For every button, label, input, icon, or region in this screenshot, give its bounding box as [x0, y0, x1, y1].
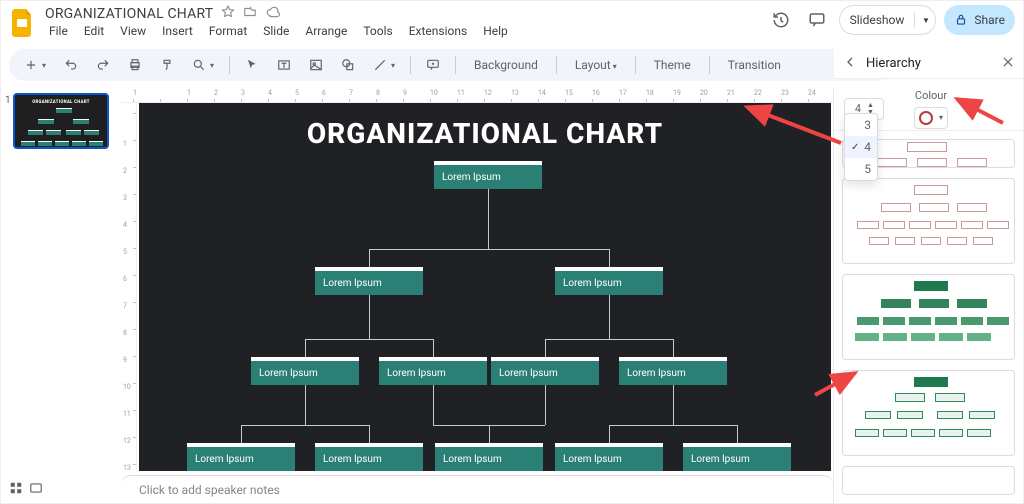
horizontal-ruler: 1123456789101112131415161718192021222324… — [121, 87, 833, 103]
hierarchy-panel: Hierarchy 4 ▲▼ 3 ✓4 5 Colour — [833, 87, 1023, 503]
menu-bar: File Edit View Insert Format Slide Arran… — [45, 23, 759, 39]
level-option-4[interactable]: ✓4 — [845, 136, 877, 158]
layout-button[interactable]: Layout▾ — [567, 55, 625, 75]
org-node-l4b[interactable]: Lorem Ipsum — [315, 443, 423, 471]
history-icon[interactable] — [767, 6, 795, 34]
org-node-l3d[interactable]: Lorem Ipsum — [619, 357, 727, 385]
panel-close-icon[interactable] — [1001, 55, 1015, 72]
org-node-l4d[interactable]: Lorem Ipsum — [555, 443, 663, 471]
slideshow-split: Slideshow ▼ — [839, 5, 937, 35]
org-node-l4c[interactable]: Lorem Ipsum — [435, 443, 543, 471]
comment-tool[interactable] — [421, 55, 445, 75]
undo-button[interactable] — [59, 55, 83, 75]
menu-insert[interactable]: Insert — [158, 23, 197, 39]
colour-swatch — [919, 111, 933, 125]
grid-view-icon[interactable] — [9, 481, 43, 495]
slideshow-dropdown[interactable]: ▼ — [914, 5, 936, 35]
canvas-stage[interactable]: ORGANIZATIONAL CHART — [137, 103, 833, 471]
image-tool[interactable] — [304, 55, 328, 75]
new-slide-button[interactable]: ▾ — [19, 55, 51, 75]
shape-tool[interactable] — [336, 55, 360, 75]
comments-icon[interactable] — [803, 6, 831, 34]
panel-back-icon[interactable] — [842, 54, 858, 73]
slide-number: 1 — [5, 95, 11, 106]
menu-slide[interactable]: Slide — [259, 23, 293, 39]
org-node-root[interactable]: Lorem Ipsum — [434, 161, 542, 189]
doc-title[interactable]: ORGANIZATIONAL CHART — [45, 6, 213, 22]
menu-extensions[interactable]: Extensions — [405, 23, 471, 39]
share-label: Share — [974, 13, 1005, 27]
slides-logo[interactable] — [9, 9, 37, 37]
line-tool[interactable]: ▾ — [368, 55, 400, 75]
zoom-button[interactable]: ▾ — [187, 55, 219, 75]
gallery-item-2[interactable] — [842, 178, 1015, 264]
menu-arrange[interactable]: Arrange — [301, 23, 351, 39]
redo-button[interactable] — [91, 55, 115, 75]
menu-tools[interactable]: Tools — [359, 23, 396, 39]
annotation-arrow-2 — [951, 95, 1011, 129]
cloud-icon[interactable] — [265, 5, 281, 22]
annotation-arrow-1 — [741, 101, 851, 151]
gallery-item-5[interactable] — [842, 466, 1015, 495]
move-icon[interactable] — [243, 5, 257, 22]
toolbar: ▾ ▾ ▾ Background Layout▾ Theme Transitio… — [9, 49, 895, 81]
slide-title[interactable]: ORGANIZATIONAL CHART — [139, 117, 831, 150]
star-icon[interactable] — [221, 5, 235, 22]
org-node-l4a[interactable]: Lorem Ipsum — [187, 443, 295, 471]
org-node-l4e[interactable]: Lorem Ipsum — [683, 443, 791, 471]
diagram-gallery[interactable] — [834, 131, 1023, 503]
org-node-l2a[interactable]: Lorem Ipsum — [315, 267, 423, 295]
panel-title: Hierarchy — [866, 56, 921, 71]
slide-thumbnail-1[interactable]: ORGANIZATIONAL CHART — [13, 93, 109, 149]
slide-rail[interactable]: 1 ORGANIZATIONAL CHART — [1, 87, 121, 503]
speaker-notes[interactable]: Click to add speaker notes — [121, 475, 833, 503]
paint-format-button[interactable] — [155, 55, 179, 75]
org-node-l2b[interactable]: Lorem Ipsum — [555, 267, 663, 295]
org-node-l3c[interactable]: Lorem Ipsum — [491, 357, 599, 385]
level-option-5[interactable]: 5 — [845, 158, 877, 180]
gallery-item-3[interactable] — [842, 274, 1015, 360]
slide-canvas[interactable]: ORGANIZATIONAL CHART — [139, 103, 831, 471]
menu-help[interactable]: Help — [479, 23, 512, 39]
menu-file[interactable]: File — [45, 23, 72, 39]
gallery-item-4[interactable] — [842, 370, 1015, 456]
org-node-l3a[interactable]: Lorem Ipsum — [251, 357, 359, 385]
menu-view[interactable]: View — [116, 23, 150, 39]
menu-edit[interactable]: Edit — [80, 23, 108, 39]
annotation-arrow-3 — [811, 369, 861, 399]
transition-button[interactable]: Transition — [720, 55, 789, 75]
share-button[interactable]: Share — [944, 5, 1015, 35]
theme-button[interactable]: Theme — [646, 55, 699, 75]
org-node-l3b[interactable]: Lorem Ipsum — [379, 357, 487, 385]
vertical-ruler: 12345678910111213 — [121, 103, 137, 471]
colour-label: Colour — [915, 89, 947, 102]
print-button[interactable] — [123, 55, 147, 75]
levels-dropdown[interactable]: 3 ✓4 5 — [844, 113, 878, 181]
textbox-tool[interactable] — [272, 55, 296, 75]
slideshow-button[interactable]: Slideshow — [839, 5, 915, 35]
colour-picker[interactable]: ▾ — [914, 107, 948, 129]
background-button[interactable]: Background — [466, 55, 546, 75]
cursor-tool[interactable] — [240, 55, 264, 75]
menu-format[interactable]: Format — [205, 23, 251, 39]
level-option-3[interactable]: 3 — [845, 114, 877, 136]
